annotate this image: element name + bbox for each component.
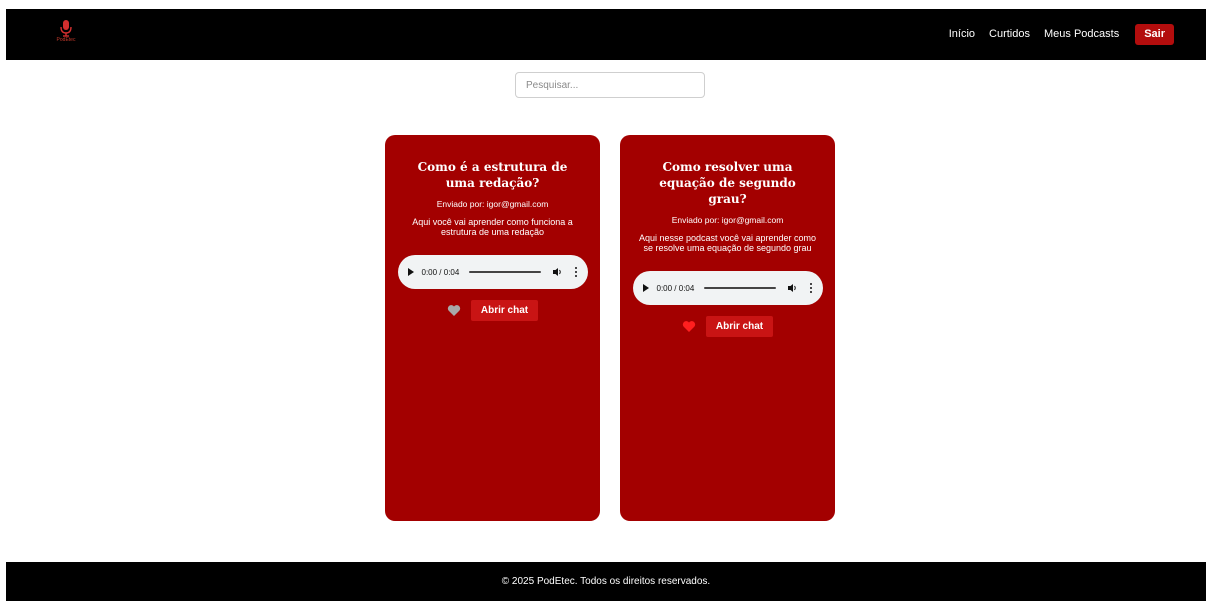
podcast-card: Como resolver uma equação de segundo gra…: [620, 135, 835, 521]
nav-link-curtidos[interactable]: Curtidos: [989, 28, 1030, 40]
app-frame: PodEtec Início Curtidos Meus Podcasts Sa…: [6, 9, 1206, 601]
open-chat-button[interactable]: Abrir chat: [470, 300, 539, 321]
play-icon[interactable]: [642, 284, 649, 292]
logo-text: PodEtec: [56, 37, 76, 43]
open-chat-button[interactable]: Abrir chat: [705, 316, 774, 337]
more-options-icon[interactable]: [575, 267, 578, 277]
footer: © 2025 PodEtec. Todos os direitos reserv…: [6, 562, 1206, 601]
nav-link-meus-podcasts[interactable]: Meus Podcasts: [1044, 28, 1119, 40]
like-heart-icon[interactable]: [447, 304, 461, 317]
search-input[interactable]: [515, 72, 705, 98]
nav-link-inicio[interactable]: Início: [949, 28, 975, 40]
volume-icon[interactable]: [787, 283, 798, 293]
audio-player[interactable]: 0:00 / 0:04: [397, 255, 588, 289]
navbar: PodEtec Início Curtidos Meus Podcasts Sa…: [6, 9, 1206, 60]
volume-icon[interactable]: [552, 267, 563, 277]
podcast-description: Aqui você vai aprender como funciona a e…: [412, 217, 573, 237]
podcast-description: Aqui nesse podcast você vai aprender com…: [638, 233, 817, 253]
podcast-title: Como resolver uma equação de segundo gra…: [659, 160, 796, 206]
like-heart-icon[interactable]: [682, 320, 696, 333]
audio-time: 0:00 / 0:04: [421, 267, 460, 277]
audio-progress-slider[interactable]: [704, 287, 776, 289]
more-options-icon[interactable]: [810, 283, 813, 293]
logo[interactable]: PodEtec: [50, 19, 82, 49]
nav-links: Início Curtidos Meus Podcasts Sair: [935, 23, 1174, 45]
podcast-title: Como é a estrutura de uma redação?: [417, 160, 568, 190]
podcast-author: Enviado por: igor@gmail.com: [436, 199, 549, 209]
card-actions: Abrir chat: [620, 316, 835, 337]
podcast-card: Como é a estrutura de uma redação? Envia…: [385, 135, 600, 521]
audio-player[interactable]: 0:00 / 0:04: [632, 271, 823, 305]
microphone-icon: [60, 20, 72, 37]
audio-time: 0:00 / 0:04: [656, 283, 695, 293]
logout-button[interactable]: Sair: [1135, 23, 1174, 45]
card-actions: Abrir chat: [385, 300, 600, 321]
podcast-author: Enviado por: igor@gmail.com: [671, 215, 784, 225]
audio-progress-slider[interactable]: [469, 271, 541, 273]
footer-text: © 2025 PodEtec. Todos os direitos reserv…: [501, 576, 711, 587]
play-icon[interactable]: [407, 268, 414, 276]
